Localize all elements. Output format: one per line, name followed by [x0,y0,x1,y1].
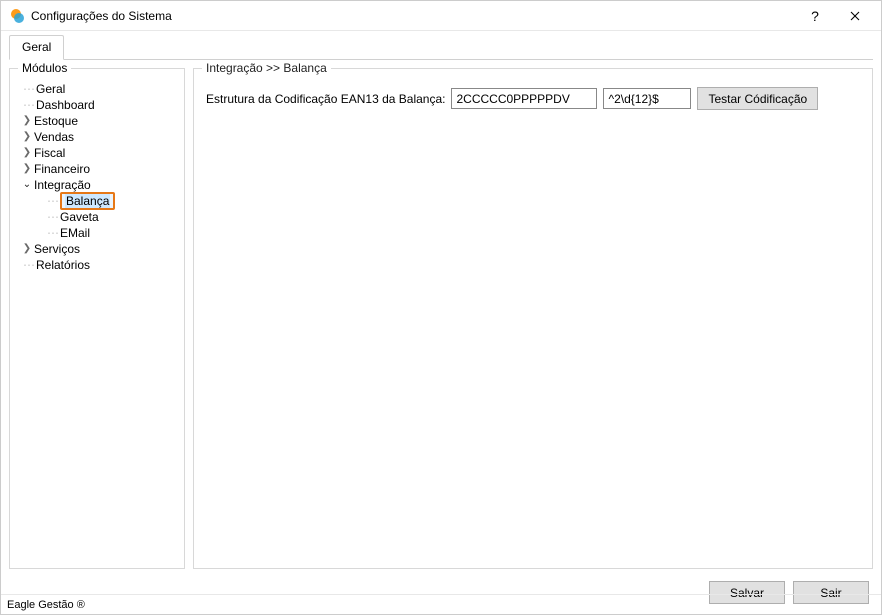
modules-group: Módulos ⋯ Geral ⋯ Dashboard ❯ Estoque ❯ … [9,68,185,569]
content-area: Módulos ⋯ Geral ⋯ Dashboard ❯ Estoque ❯ … [1,60,881,577]
tree-item-label: Financeiro [34,162,90,176]
ean-label: Estrutura da Codificação EAN13 da Balanç… [206,92,445,106]
tree-connector-icon: ⋯ [20,82,34,96]
tree-item-label: Serviços [34,242,80,256]
brand-label: Eagle Gestão ® [7,599,85,611]
tree-connector-icon: ⋯ [20,98,34,112]
tree-item-servicos[interactable]: ❯ Serviços [16,241,178,257]
chevron-right-icon[interactable]: ❯ [20,113,34,129]
close-button[interactable] [835,2,875,30]
app-icon [9,8,25,24]
test-codification-button[interactable]: Testar Códificação [697,87,818,110]
modules-tree: ⋯ Geral ⋯ Dashboard ❯ Estoque ❯ Vendas ❯… [16,81,178,273]
window-title: Configurações do Sistema [31,9,795,23]
tabstrip: Geral [1,31,881,60]
tree-item-label: Relatórios [36,258,90,272]
selected-highlight: Balança [60,192,115,210]
ean-pattern-input[interactable] [451,88,597,109]
chevron-right-icon[interactable]: ❯ [20,129,34,145]
tree-item-balanca[interactable]: ⋯ Balança [36,193,178,209]
chevron-right-icon[interactable]: ❯ [20,145,34,161]
chevron-right-icon[interactable]: ❯ [20,241,34,257]
chevron-down-icon[interactable]: ⌄ [20,177,34,193]
settings-panel: Integração >> Balança Estrutura da Codif… [193,68,873,569]
tree-item-label: Vendas [34,130,74,144]
tree-connector-icon: ⋯ [20,258,34,272]
tree-item-gaveta[interactable]: ⋯ Gaveta [36,209,178,225]
tree-item-label: Gaveta [60,210,99,224]
tree-item-label: Integração [34,178,91,192]
tree-item-financeiro[interactable]: ❯ Financeiro [16,161,178,177]
ean-row: Estrutura da Codificação EAN13 da Balanç… [200,81,866,110]
tree-item-geral[interactable]: ⋯ Geral [16,81,178,97]
tree-item-email[interactable]: ⋯ EMail [36,225,178,241]
titlebar: Configurações do Sistema ? [1,1,881,31]
tree-connector-icon: ⋯ [36,226,58,240]
tree-children-integracao: ⋯ Balança ⋯ Gaveta ⋯ EMail [16,193,178,241]
tree-connector-icon: ⋯ [36,210,58,224]
chevron-right-icon[interactable]: ❯ [20,161,34,177]
tree-item-estoque[interactable]: ❯ Estoque [16,113,178,129]
tab-geral[interactable]: Geral [9,35,64,60]
modules-group-label: Módulos [18,61,71,75]
tree-item-vendas[interactable]: ❯ Vendas [16,129,178,145]
tree-item-label: Dashboard [36,98,95,112]
tree-item-label: Estoque [34,114,78,128]
tree-item-label: EMail [60,226,90,240]
tree-item-label: Fiscal [34,146,65,160]
tree-item-dashboard[interactable]: ⋯ Dashboard [16,97,178,113]
help-button[interactable]: ? [795,2,835,30]
tree-item-relatorios[interactable]: ⋯ Relatórios [16,257,178,273]
breadcrumb: Integração >> Balança [202,61,331,75]
statusbar: Eagle Gestão ® [1,594,881,614]
tree-connector-icon: ⋯ [36,194,58,208]
tree-item-label: Balança [65,194,110,208]
ean-regex-input[interactable] [603,88,691,109]
tree-item-fiscal[interactable]: ❯ Fiscal [16,145,178,161]
tree-item-integracao[interactable]: ⌄ Integração [16,177,178,193]
tree-item-label: Geral [36,82,65,96]
